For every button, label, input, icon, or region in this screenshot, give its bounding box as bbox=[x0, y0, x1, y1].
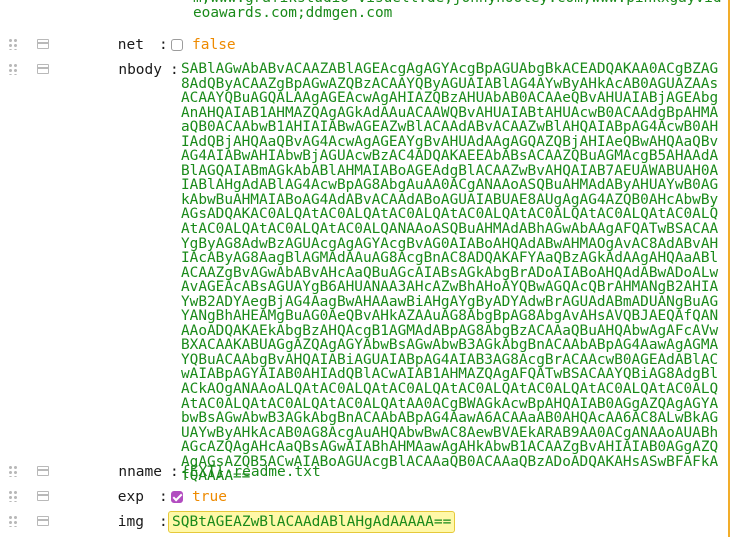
field-key[interactable]: nname bbox=[116, 463, 162, 481]
field-key[interactable]: img bbox=[98, 513, 144, 531]
drag-handle-icon[interactable] bbox=[8, 515, 18, 527]
field-key[interactable]: nbody bbox=[116, 61, 162, 79]
field-controls bbox=[8, 61, 53, 79]
field-controls bbox=[8, 488, 53, 506]
field-row-net: net : false bbox=[0, 36, 728, 54]
drag-handle-icon[interactable] bbox=[8, 38, 18, 50]
field-key[interactable]: net bbox=[98, 36, 144, 54]
context-menu-icon[interactable] bbox=[37, 516, 49, 526]
field-controls bbox=[8, 463, 53, 481]
previous-field-text: m;www.grafikstudio-visuell.de;jonnyhoole… bbox=[193, 0, 722, 21]
context-menu-icon[interactable] bbox=[37, 64, 49, 74]
field-controls bbox=[8, 513, 53, 531]
field-colon: : bbox=[159, 489, 168, 505]
field-value-nbody[interactable]: SABlAGwAbABvACAAZABlAGEAcgAgAGYAcgBpAGUA… bbox=[181, 62, 726, 484]
field-row-img: img : SQBtAGEAZwBlACAAdABlAHgAdAAAAA== bbox=[0, 511, 728, 533]
drag-handle-icon[interactable] bbox=[8, 490, 18, 502]
field-colon: : bbox=[170, 464, 179, 480]
field-row-exp: exp : true bbox=[0, 488, 728, 506]
field-row-nname: nname : {EXT}-readme.txt bbox=[0, 463, 728, 481]
field-value[interactable]: {EXT}-readme.txt bbox=[181, 463, 321, 481]
field-colon: : bbox=[159, 514, 168, 530]
context-menu-icon[interactable] bbox=[37, 491, 49, 501]
previous-field-value: m;www.grafikstudio-visuell.de;jonnyhoole… bbox=[193, 0, 728, 29]
field-colon: : bbox=[170, 62, 179, 78]
drag-handle-icon[interactable] bbox=[8, 63, 18, 75]
drag-handle-icon[interactable] bbox=[8, 465, 18, 477]
field-value-highlighted[interactable]: SQBtAGEAZwBlACAAdABlAHgAdAAAAA== bbox=[168, 511, 456, 533]
field-colon: : bbox=[159, 37, 168, 53]
boolean-checkbox[interactable] bbox=[171, 39, 183, 51]
field-controls bbox=[8, 36, 53, 54]
boolean-checkbox[interactable] bbox=[171, 491, 183, 503]
field-value[interactable]: true bbox=[192, 488, 227, 506]
context-menu-icon[interactable] bbox=[37, 39, 49, 49]
field-value[interactable]: false bbox=[192, 36, 236, 54]
context-menu-icon[interactable] bbox=[37, 466, 49, 476]
field-key[interactable]: exp bbox=[98, 488, 144, 506]
